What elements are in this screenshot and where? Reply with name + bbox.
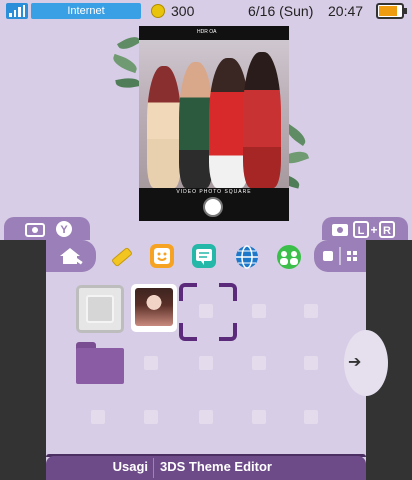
- friends-icon[interactable]: [274, 244, 301, 269]
- tab-camera-lr[interactable]: L + R: [322, 217, 408, 240]
- folder-icon-body[interactable]: [76, 348, 124, 384]
- empty-slot[interactable]: [199, 356, 213, 370]
- cursor-corner: [219, 283, 237, 301]
- cursor-corner: [179, 283, 197, 301]
- camera-top-labels: HDR OA: [197, 29, 217, 35]
- arrow-right-icon: ➔: [348, 354, 362, 371]
- battery-icon: [376, 3, 404, 19]
- blank-app-icon: [86, 295, 114, 323]
- camera-icon: Y: [25, 221, 72, 237]
- date: 6/16 (Sun): [248, 3, 314, 19]
- empty-slot[interactable]: [304, 304, 318, 318]
- camera-l-r-icon: L + R: [332, 221, 395, 238]
- cursor-corner: [219, 323, 237, 341]
- photo-thumbnail: [135, 288, 173, 326]
- theme-preview-photo: HDR OA VIDEO PHOTO SQUARE: [139, 26, 289, 221]
- svg-text:+: +: [370, 223, 377, 237]
- shutter-icon: [203, 197, 223, 217]
- top-screen: Internet 300 6/16 (Sun) 20:47 HDR OA VID…: [0, 0, 412, 240]
- svg-text:L: L: [358, 225, 365, 237]
- tab-camera-y[interactable]: Y: [4, 217, 90, 240]
- empty-slot[interactable]: [144, 356, 158, 370]
- cursor-corner: [179, 323, 197, 341]
- wifi-signal-icon: [6, 3, 28, 19]
- camera-top-bar: HDR OA: [139, 26, 289, 40]
- footer-divider: [153, 458, 154, 478]
- user-name: Usagi: [112, 459, 148, 474]
- empty-slot[interactable]: [252, 304, 266, 318]
- empty-slot[interactable]: [304, 410, 318, 424]
- globe-icon[interactable]: [234, 244, 258, 269]
- svg-text:R: R: [383, 225, 391, 237]
- home-settings-icon: [60, 248, 83, 265]
- pencil-icon[interactable]: [108, 244, 132, 268]
- leaf-decoration: [110, 53, 140, 74]
- empty-slot[interactable]: [304, 356, 318, 370]
- chat-icon[interactable]: [192, 244, 216, 268]
- empty-slot[interactable]: [199, 304, 213, 318]
- connection-status: Internet: [31, 3, 141, 19]
- coin-count: 300: [171, 3, 195, 19]
- app-title: 3DS Theme Editor: [160, 459, 272, 474]
- home-settings-button[interactable]: [46, 240, 96, 272]
- leaf-decoration: [116, 33, 142, 53]
- smiley-icon[interactable]: [150, 244, 174, 268]
- empty-slot[interactable]: [91, 410, 105, 424]
- clock: 20:47: [328, 3, 364, 19]
- group-photo: [139, 40, 289, 188]
- empty-slot[interactable]: [252, 410, 266, 424]
- play-coin-icon: [151, 4, 165, 18]
- view-toggle-buttons[interactable]: [314, 240, 366, 272]
- view-icons: [323, 247, 357, 265]
- empty-slot[interactable]: [252, 356, 266, 370]
- battery-tip: [404, 8, 407, 14]
- bottom-screen: ➔ Usagi 3DS Theme Editor: [0, 240, 412, 480]
- empty-slot[interactable]: [144, 410, 158, 424]
- empty-slot[interactable]: [199, 410, 213, 424]
- svg-text:Y: Y: [60, 224, 68, 236]
- leaf-decoration: [115, 75, 141, 91]
- camera-modes: VIDEO PHOTO SQUARE: [176, 189, 252, 195]
